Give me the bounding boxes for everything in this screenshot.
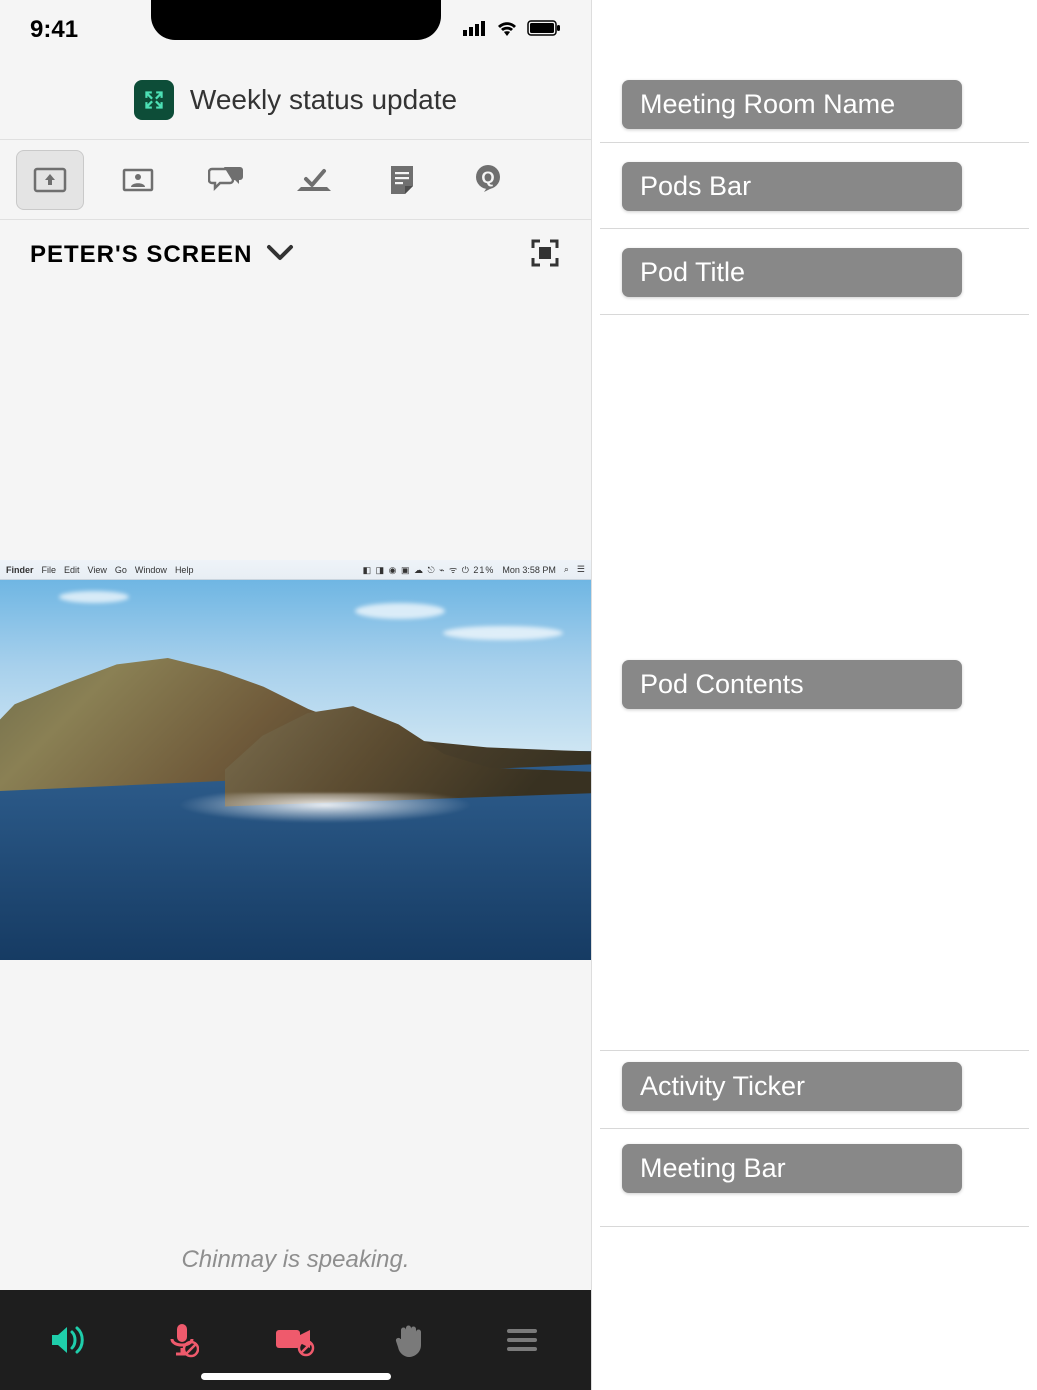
camera-off-button[interactable] <box>271 1316 319 1364</box>
pods-bar: Q <box>0 140 591 220</box>
meeting-room-name: Weekly status update <box>190 84 457 116</box>
share-pod-tab[interactable] <box>16 150 84 210</box>
raise-hand-button[interactable] <box>385 1316 433 1364</box>
mac-menubar-clock: Mon 3:58 PM <box>502 565 556 575</box>
wifi-icon <box>495 19 519 42</box>
status-bar: 9:41 <box>0 0 591 60</box>
label-pod-title: Pod Title <box>622 248 962 297</box>
mac-menubar-tray-icons: ◧ ◨ ◉ ▣ ☁ ⎋ ⌁ ᯤ ⏻ 21% <box>363 563 495 576</box>
mac-menu-item: View <box>88 565 107 575</box>
pod-contents: Finder File Edit View Go Window Help ◧ ◨… <box>0 290 591 1230</box>
mic-muted-button[interactable] <box>158 1316 206 1364</box>
label-meeting-bar: Meeting Bar <box>622 1144 962 1193</box>
control-center-icon: ☰ <box>577 564 585 575</box>
annotation-panel: Meeting Room Name Pods Bar Pod Title Pod… <box>592 0 1037 1390</box>
chevron-down-icon <box>266 241 294 269</box>
mac-menu-item: File <box>42 565 57 575</box>
label-pod-contents: Pod Contents <box>622 660 962 709</box>
menu-button[interactable] <box>498 1316 546 1364</box>
qa-pod-tab[interactable]: Q <box>456 150 524 210</box>
mac-desktop-wallpaper <box>0 580 591 960</box>
app-icon <box>134 80 174 120</box>
status-icons <box>463 19 561 42</box>
shared-screen: Finder File Edit View Go Window Help ◧ ◨… <box>0 560 591 960</box>
poll-pod-tab[interactable] <box>280 150 348 210</box>
activity-text: Chinmay is speaking. <box>181 1246 409 1274</box>
svg-text:Q: Q <box>481 168 494 187</box>
speaker-button[interactable] <box>45 1316 93 1364</box>
fullscreen-button[interactable] <box>529 237 561 274</box>
home-indicator <box>201 1373 391 1380</box>
phone-frame: 9:41 Weekly status update <box>0 0 592 1390</box>
mac-menubar-app: Finder <box>6 565 34 575</box>
mac-menu-item: Help <box>175 565 194 575</box>
spotlight-icon: ⌕ <box>564 564 569 575</box>
label-activity-ticker: Activity Ticker <box>622 1062 962 1111</box>
mac-menubar: Finder File Edit View Go Window Help ◧ ◨… <box>0 560 591 580</box>
meeting-bar <box>0 1290 591 1390</box>
notch <box>151 0 441 40</box>
pod-title-text: PETER'S SCREEN <box>30 241 252 269</box>
activity-ticker: Chinmay is speaking. <box>0 1230 591 1290</box>
battery-icon <box>527 20 561 41</box>
mac-menu-item: Edit <box>64 565 80 575</box>
cellular-icon <box>463 20 487 41</box>
label-meeting-room-name: Meeting Room Name <box>622 80 962 129</box>
video-pod-tab[interactable] <box>104 150 172 210</box>
label-pods-bar: Pods Bar <box>622 162 962 211</box>
meeting-room-header: Weekly status update <box>0 60 591 140</box>
notes-pod-tab[interactable] <box>368 150 436 210</box>
pod-title-dropdown[interactable]: PETER'S SCREEN <box>30 241 294 269</box>
pod-title-row: PETER'S SCREEN <box>0 220 591 290</box>
mac-menu-item: Window <box>135 565 167 575</box>
status-time: 9:41 <box>30 16 78 44</box>
chat-pod-tab[interactable] <box>192 150 260 210</box>
mac-menu-item: Go <box>115 565 127 575</box>
